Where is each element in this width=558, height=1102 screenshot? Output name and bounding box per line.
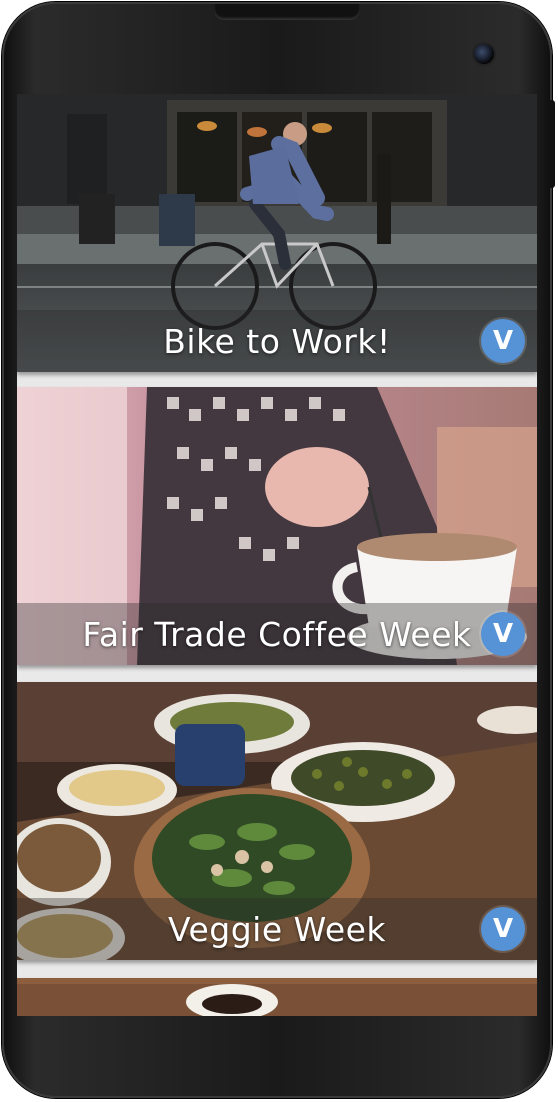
card-title: Fair Trade Coffee Week [82, 614, 472, 654]
v-badge-icon[interactable]: V [481, 319, 525, 363]
partial-card-photo [17, 978, 537, 1016]
bottom-bezel [17, 1016, 537, 1076]
event-card-fair-trade-coffee[interactable]: Fair Trade Coffee Week V [17, 387, 537, 665]
card-title-bar: Bike to Work! V [17, 310, 537, 372]
power-button [549, 100, 555, 188]
app-screen: Bike to Work! V Fair Trade Coffee Week V… [17, 94, 537, 1016]
speaker-grille [214, 4, 360, 20]
event-card-partial[interactable] [17, 978, 537, 1016]
card-title-bar: Fair Trade Coffee Week V [17, 603, 537, 665]
v-badge-icon[interactable]: V [481, 612, 525, 656]
card-title-bar: Veggie Week V [17, 898, 537, 960]
card-title: Bike to Work! [163, 321, 391, 361]
event-card-veggie-week[interactable]: Veggie Week V [17, 682, 537, 960]
front-camera-icon [474, 44, 494, 64]
card-title: Veggie Week [167, 909, 387, 949]
event-card-bike-to-work[interactable]: Bike to Work! V [17, 94, 537, 372]
v-badge-icon[interactable]: V [481, 907, 525, 951]
